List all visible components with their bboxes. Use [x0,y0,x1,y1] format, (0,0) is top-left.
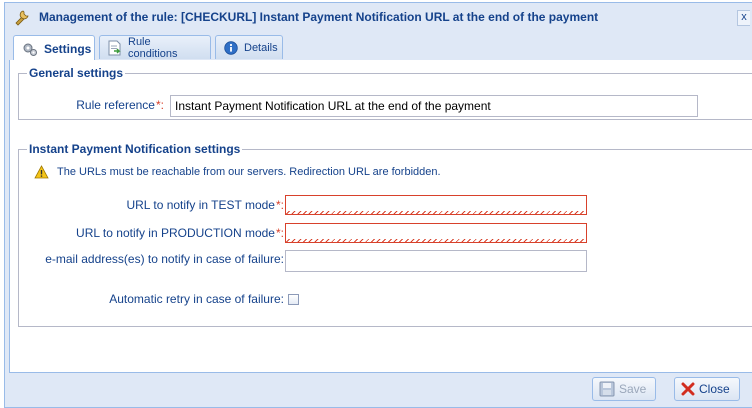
save-button-label: Save [619,382,647,396]
ipn-warning-text: The URLs must be reachable from our serv… [57,166,441,178]
settings-panel: General settings Rule reference*: Instan… [9,60,752,373]
tab-settings-label: Settings [44,41,92,56]
retry-row: Automatic retry in case of failure: [40,292,299,307]
test-url-row: URL to notify in TEST mode*: [40,195,587,215]
ipn-settings-legend: Instant Payment Notification settings [29,142,241,156]
window-close-button[interactable]: x [737,10,750,26]
tab-details[interactable]: Details [215,35,283,59]
warning-icon [34,165,49,179]
tab-bar: Settings Rule conditions Details [9,35,752,61]
tab-rule-conditions[interactable]: Rule conditions [99,35,211,60]
rule-wrench-icon [13,8,31,26]
close-button[interactable]: Close [674,377,740,401]
rule-management-window: Management of the rule: [CHECKURL] Insta… [4,2,752,408]
gear-icon [22,41,38,57]
retry-checkbox[interactable] [288,294,299,305]
tab-rule-conditions-label: Rule conditions [128,35,178,60]
prod-url-label: URL to notify in PRODUCTION mode*: [76,226,284,240]
email-row: e-mail address(es) to notify in case of … [40,250,587,272]
window-titlebar[interactable]: Management of the rule: [CHECKURL] Insta… [5,3,752,31]
retry-label: Automatic retry in case of failure: [109,292,284,306]
document-arrow-icon [108,40,122,56]
ipn-warning: The URLs must be reachable from our serv… [34,165,441,179]
save-button[interactable]: Save [592,377,656,401]
floppy-disk-icon [599,381,615,397]
required-marker: *: [155,98,164,112]
required-marker: *: [275,198,284,212]
rule-reference-label: Rule reference*: [76,98,164,112]
rule-reference-input[interactable] [170,95,698,117]
tab-settings[interactable]: Settings [13,35,95,61]
prod-url-input[interactable] [285,223,587,243]
info-icon [224,40,238,55]
email-input[interactable] [285,250,587,272]
test-url-label: URL to notify in TEST mode*: [126,198,284,212]
close-icon [681,382,695,396]
rule-reference-row: Rule reference*: [24,95,698,117]
close-button-label: Close [699,382,730,396]
window-title: Management of the rule: [CHECKURL] Insta… [39,10,599,24]
prod-url-row: URL to notify in PRODUCTION mode*: [40,223,587,243]
test-url-input[interactable] [285,195,587,215]
tab-details-label: Details [244,41,278,54]
required-marker: *: [275,226,284,240]
general-settings-legend: General settings [29,66,124,80]
email-label: e-mail address(es) to notify in case of … [45,252,284,266]
